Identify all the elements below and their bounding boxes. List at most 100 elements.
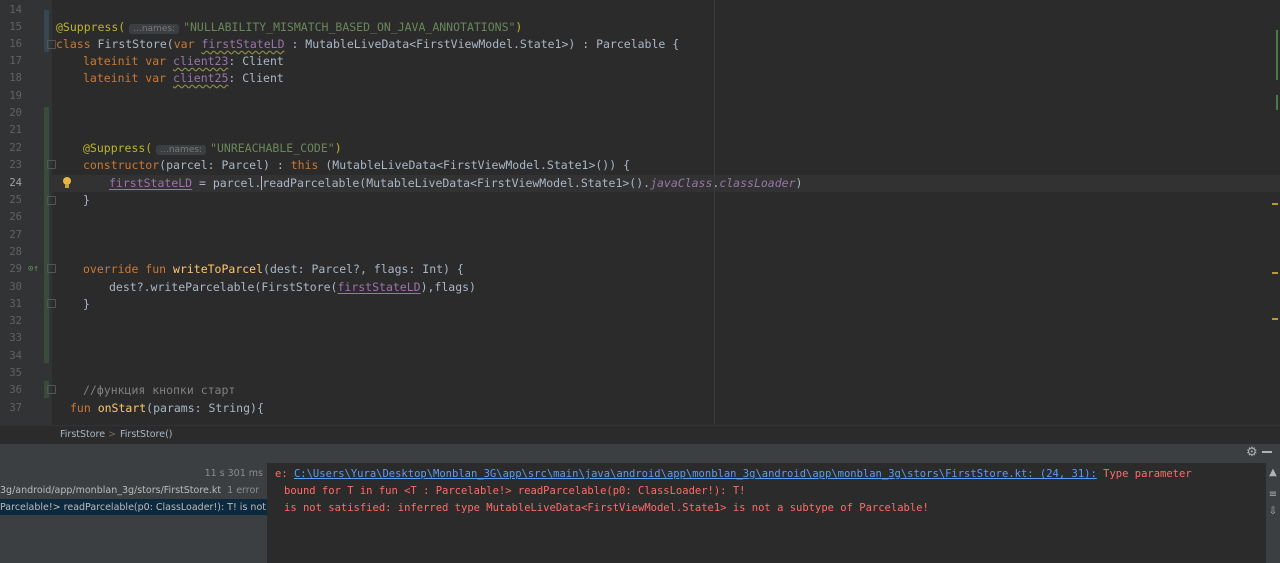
code-line-30[interactable]: dest?.writeParcelable(FirstStore(firstSt… — [109, 279, 476, 296]
code-text: dest?.writeParcelable(FirstStore( — [109, 280, 338, 294]
code-line-29[interactable]: override fun writeToParcel(dest: Parcel?… — [83, 261, 464, 278]
soft-wrap-icon[interactable]: ≡ — [1267, 489, 1279, 501]
build-time: 11 s 301 ms — [204, 468, 263, 479]
fold-marker[interactable] — [47, 40, 56, 49]
keyword: override fun — [83, 262, 174, 276]
change-stripe-mark[interactable] — [1276, 30, 1278, 80]
code-line-23[interactable]: constructor(parcel: Parcel) : this (Muta… — [83, 157, 630, 174]
change-stripe-mark[interactable] — [1276, 95, 1278, 110]
line-number: 36 — [9, 384, 22, 396]
property: firstStateLD — [109, 176, 193, 190]
line-number: 21 — [9, 124, 22, 136]
error-file-link[interactable]: C:\Users\Yura\Desktop\Monblan_3G\app\src… — [294, 468, 1097, 480]
code-text: : Client — [228, 71, 284, 85]
line-number: 19 — [9, 90, 22, 102]
build-console[interactable]: e: C:\Users\Yura\Desktop\Monblan_3G\app\… — [267, 463, 1266, 563]
code-text: (dest: Parcel?, flags: Int) { — [263, 262, 464, 276]
right-margin-guide — [714, 0, 715, 425]
keyword: var — [173, 37, 202, 51]
line-number: 33 — [9, 332, 22, 344]
override-gutter-icon[interactable]: ⊙↑ — [28, 264, 39, 274]
console-line-2: bound for T in fun <T : Parcelable!> rea… — [284, 485, 746, 497]
line-number: 27 — [9, 229, 22, 241]
line-number: 14 — [9, 4, 22, 16]
annotation: @Suppress( — [56, 20, 126, 34]
scroll-to-end-icon[interactable]: ⇩ — [1267, 506, 1279, 518]
line-number: 16 — [9, 38, 22, 50]
file-path: 3g/android/app/monblan_3g/stors/FirstSto… — [0, 485, 222, 496]
code-text: (params: String){ — [146, 401, 264, 415]
parameter-hint: ...names: — [156, 145, 207, 155]
code-line-24[interactable]: firstStateLD = parcel.readParcelable(Mut… — [109, 175, 802, 192]
line-number: 22 — [9, 142, 22, 154]
tree-item-error[interactable]: Parcelable!> readParcelable(p0: ClassLoa… — [0, 502, 267, 513]
line-number: 35 — [9, 367, 22, 379]
line-number: 15 — [9, 21, 22, 33]
property: firstStateLD — [337, 280, 421, 294]
property: client25 — [173, 71, 229, 85]
line-number: 24 — [9, 177, 22, 189]
breadcrumb-class[interactable]: FirstStore — [60, 429, 105, 440]
string-literal: "UNREACHABLE_CODE" — [210, 141, 335, 155]
line-number: 28 — [9, 246, 22, 258]
code-line-36[interactable]: //функция кнопки старт — [83, 382, 235, 399]
chevron-up-icon[interactable]: ▲ — [1267, 467, 1279, 479]
extension-property: classLoader — [719, 176, 796, 190]
code-line-25[interactable]: } — [83, 192, 90, 209]
keyword: this — [290, 158, 319, 172]
warning-stripe-mark[interactable] — [1272, 272, 1278, 274]
console-line-1: e: C:\Users\Yura\Desktop\Monblan_3G\app\… — [275, 466, 1192, 483]
code-text: (MutableLiveData<FirstViewModel.State1>(… — [318, 158, 630, 172]
vcs-change-marker[interactable] — [44, 107, 49, 363]
extension-property: javaClass — [650, 176, 713, 190]
keyword: class — [56, 37, 98, 51]
code-text: ),flags) — [420, 280, 476, 294]
lightbulb-icon[interactable] — [62, 176, 72, 190]
fold-marker[interactable] — [47, 196, 56, 205]
code-line-15[interactable]: @Suppress(...names: "NULLABILITY_MISMATCH… — [56, 19, 522, 36]
warning-stripe-mark[interactable] — [1272, 203, 1278, 205]
fold-marker[interactable] — [47, 264, 56, 273]
breadcrumb-separator: > — [108, 429, 116, 440]
comment: //функция кнопки старт — [83, 383, 236, 397]
error-prefix: e: — [275, 468, 294, 480]
line-number: 30 — [9, 281, 22, 293]
keyword: constructor — [83, 158, 160, 172]
line-number: 31 — [9, 298, 22, 310]
warning-stripe-mark[interactable] — [1272, 318, 1278, 320]
build-output-tree[interactable]: 11 s 301 ms 3g/android/app/monblan_3g/st… — [0, 463, 267, 563]
code-text: } — [83, 193, 90, 207]
breadcrumb-method[interactable]: FirstStore() — [120, 429, 173, 440]
code-text: (parcel: Parcel) : — [159, 158, 291, 172]
fold-marker[interactable] — [47, 299, 56, 308]
method-call: readParcelable — [262, 176, 360, 190]
build-panel-header — [0, 443, 1280, 464]
code-line-31[interactable]: } — [83, 296, 90, 313]
annotation: @Suppress( — [83, 141, 153, 155]
minimize-icon[interactable] — [1262, 451, 1272, 453]
fold-marker[interactable] — [47, 385, 56, 394]
gear-icon[interactable]: ⚙ — [1246, 445, 1258, 460]
breadcrumb: FirstStore > FirstStore() — [0, 425, 1280, 443]
code-line-22[interactable]: @Suppress(...names: "UNREACHABLE_CODE") — [83, 140, 342, 157]
code-line-17[interactable]: lateinit var client23: Client — [83, 53, 284, 70]
line-number: 17 — [9, 55, 22, 67]
fold-marker[interactable] — [47, 160, 56, 169]
keyword: lateinit var — [83, 54, 174, 68]
code-line-37[interactable]: fun onStart(params: String){ — [70, 400, 264, 417]
console-line-3: is not satisfied: inferred type MutableL… — [284, 502, 929, 514]
code-editor[interactable]: 14 15 16 17 18 19 20 21 22 23 24 25 26 2… — [0, 0, 1280, 425]
error-text: Type parameter — [1096, 468, 1192, 480]
annotation-close: ) — [515, 20, 523, 34]
code-text: (MutableLiveData<FirstViewModel.State1>(… — [359, 176, 651, 190]
error-stripe[interactable] — [1268, 0, 1280, 425]
keyword: fun — [70, 401, 98, 415]
console-side-toolbar: ▲ ≡ ⇩ — [1266, 463, 1280, 563]
property: client23 — [173, 54, 229, 68]
line-number: 32 — [9, 315, 22, 327]
annotation-close: ) — [334, 141, 342, 155]
code-line-18[interactable]: lateinit var client25: Client — [83, 70, 284, 87]
code-line-16[interactable]: class FirstStore(var firstStateLD : Muta… — [56, 36, 679, 53]
tree-item-file[interactable]: 3g/android/app/monblan_3g/stors/FirstSto… — [0, 485, 259, 496]
code-text: FirstStore( — [97, 37, 174, 51]
